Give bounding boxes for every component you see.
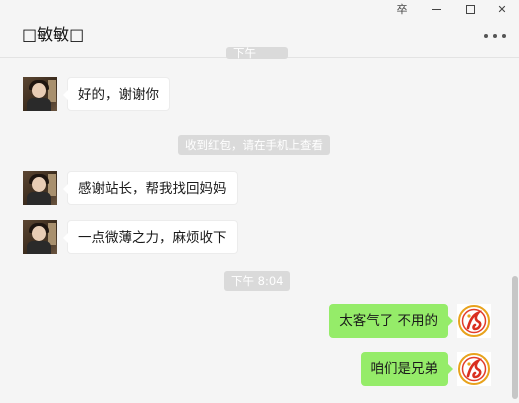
message-bubble-received[interactable]: 一点微薄之力，麻烦收下 (63, 220, 238, 254)
logo-avatar-icon (458, 353, 490, 385)
message-bubble-sent[interactable]: 太客气了 不用的 (329, 304, 453, 338)
timestamp: 下午 8:04 (224, 271, 291, 291)
avatar[interactable] (457, 304, 491, 338)
maximize-icon[interactable] (454, 0, 486, 18)
message-bubble-received[interactable]: 好的，谢谢你 (63, 77, 170, 111)
chat-title: □敏敏□ (22, 25, 85, 44)
more-icon[interactable] (484, 34, 506, 40)
close-icon[interactable]: ✕ (486, 0, 518, 18)
system-notice: 收到红包，请在手机上查看 (178, 135, 330, 155)
timestamp-partial: 下午 7:56 (226, 47, 288, 59)
avatar[interactable] (23, 77, 57, 111)
message-bubble-sent[interactable]: 咱们是兄弟 (360, 352, 453, 386)
logo-avatar-icon (458, 305, 490, 337)
message-bubble-received[interactable]: 感谢站长，帮我找回妈妈 (63, 171, 238, 205)
pin-icon[interactable]: 卒 (386, 0, 418, 18)
avatar[interactable] (23, 171, 57, 205)
scrollbar-thumb[interactable] (512, 276, 518, 399)
minimize-icon[interactable] (420, 0, 452, 18)
avatar[interactable] (457, 352, 491, 386)
avatar[interactable] (23, 220, 57, 254)
